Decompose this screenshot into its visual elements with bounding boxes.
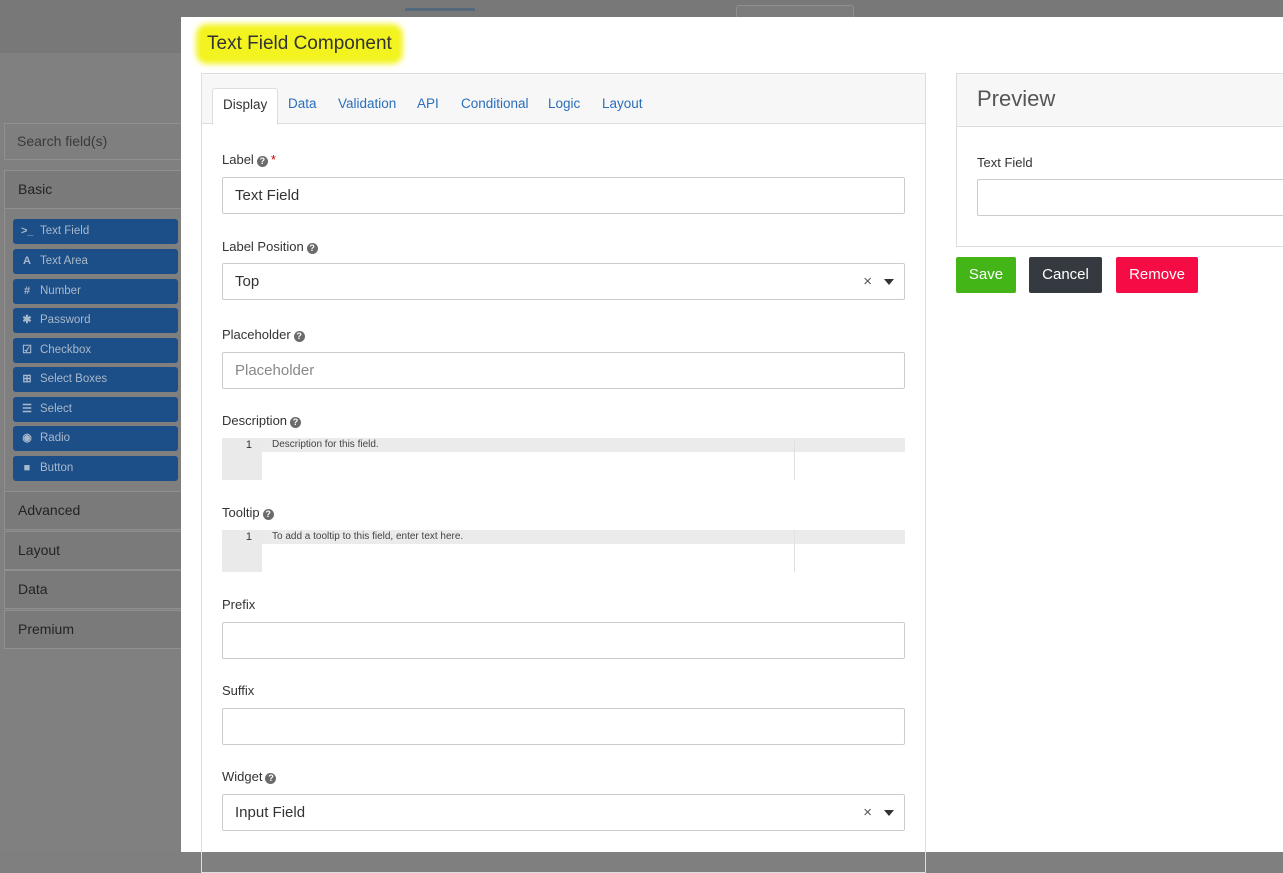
help-icon[interactable]: ? — [293, 331, 305, 342]
required-mark: * — [270, 152, 276, 167]
component-label: Checkbox — [40, 344, 92, 356]
edit-panel: Display Data Validation API Conditional … — [201, 73, 926, 873]
select-controls: × — [863, 795, 894, 830]
tab-validation[interactable]: Validation — [328, 88, 406, 124]
list-icon: ☰ — [22, 403, 32, 415]
label-position-select[interactable]: Top × — [222, 263, 905, 300]
component-edit-dialog: Text Field Component Display Data Valida… — [181, 17, 1283, 873]
label-position-field-label: Label Position? — [222, 239, 318, 254]
group-data: Data — [4, 570, 184, 609]
terminal-icon: >_ — [21, 225, 34, 237]
tab-logic[interactable]: Logic — [538, 88, 590, 124]
help-icon[interactable]: ? — [256, 156, 268, 167]
print-margin — [794, 438, 795, 480]
group-basic: Basic — [4, 170, 184, 209]
component-label: Select — [40, 403, 72, 415]
line-number: 1 — [245, 439, 252, 451]
font-icon: A — [23, 255, 31, 267]
help-icon[interactable]: ? — [306, 243, 318, 254]
group-premium: Premium — [4, 610, 184, 649]
hashtag-icon: # — [23, 285, 31, 297]
component-select-button: ☰ Select — [13, 397, 178, 422]
widget-value: Input Field — [235, 804, 306, 821]
search-fields-input: Search field(s) — [4, 123, 184, 160]
print-margin — [794, 530, 795, 572]
preview-field-label: Text Field — [977, 155, 1033, 170]
component-label: Radio — [40, 432, 71, 444]
component-text-field-button: >_ Text Field — [13, 219, 178, 244]
remove-button[interactable]: Remove — [1116, 257, 1198, 293]
help-icon[interactable]: ? — [290, 417, 302, 428]
label-text: Label — [222, 152, 254, 167]
tooltip-editor[interactable]: 1 To add a tooltip to this field, enter … — [222, 530, 905, 572]
component-number-button: # Number — [13, 279, 178, 304]
component-radio-button: ◉ Radio — [13, 426, 178, 451]
label-position-text: Label Position — [222, 239, 304, 254]
description-placeholder: Description for this field. — [262, 438, 905, 452]
line-number: 1 — [245, 531, 252, 543]
component-button-button: ■ Button — [13, 456, 178, 481]
clear-icon[interactable]: × — [863, 264, 872, 299]
component-label: Text Area — [40, 255, 88, 267]
component-label: Text Field — [40, 225, 90, 237]
line-gutter: 1 — [222, 530, 262, 572]
preview-title: Preview — [957, 74, 1283, 127]
tab-conditional[interactable]: Conditional — [451, 88, 539, 124]
description-text: Description — [222, 413, 288, 428]
help-icon[interactable]: ? — [265, 773, 277, 784]
placeholder-input[interactable]: Placeholder — [222, 352, 905, 389]
preview-panel: Preview Text Field — [956, 73, 1283, 247]
check-square-icon: ☑ — [22, 344, 32, 356]
component-checkbox-button: ☑ Checkbox — [13, 338, 178, 363]
tab-display[interactable]: Display — [212, 88, 279, 125]
component-label: Number — [40, 285, 81, 297]
suffix-input[interactable] — [222, 708, 905, 745]
tooltip-placeholder: To add a tooltip to this field, enter te… — [262, 530, 905, 544]
tab-data[interactable]: Data — [278, 88, 327, 124]
stop-icon: ■ — [23, 462, 31, 474]
tab-layout[interactable]: Layout — [592, 88, 653, 124]
tab-api[interactable]: API — [407, 88, 449, 124]
widget-text: Widget — [222, 769, 263, 784]
dot-circle-icon: ◉ — [22, 432, 32, 444]
select-controls: × — [863, 264, 894, 299]
plus-square-icon: ⊞ — [22, 373, 32, 385]
component-text-area-button: A Text Area — [13, 249, 178, 274]
component-label: Button — [40, 462, 74, 474]
component-label: Select Boxes — [40, 373, 108, 385]
line-gutter: 1 — [222, 438, 262, 480]
chevron-down-icon[interactable] — [884, 278, 894, 285]
label-position-value: Top — [235, 273, 260, 290]
widget-field-label: Widget? — [222, 769, 277, 784]
clear-icon[interactable]: × — [863, 795, 872, 830]
preview-text-input[interactable] — [977, 179, 1283, 216]
group-layout: Layout — [4, 531, 184, 570]
tooltip-field-label: Tooltip? — [222, 505, 274, 520]
tab-bar: Display Data Validation API Conditional … — [202, 74, 925, 125]
suffix-field-label: Suffix — [222, 683, 255, 698]
group-advanced: Advanced — [4, 491, 184, 530]
dialog-title: Text Field Component — [201, 29, 398, 59]
component-select-boxes-button: ⊞ Select Boxes — [13, 367, 178, 392]
help-icon[interactable]: ? — [262, 509, 274, 520]
component-password-button: ✱ Password — [13, 308, 178, 333]
placeholder-text: Placeholder — [222, 327, 291, 342]
component-label: Password — [40, 314, 91, 326]
chevron-down-icon[interactable] — [884, 809, 894, 816]
label-field-label: Label? * — [222, 152, 276, 167]
widget-select[interactable]: Input Field × — [222, 794, 905, 831]
prefix-field-label: Prefix — [222, 597, 256, 612]
description-editor[interactable]: 1 Description for this field. — [222, 438, 905, 480]
asterisk-icon: ✱ — [22, 314, 32, 326]
description-field-label: Description? — [222, 413, 302, 428]
cancel-button[interactable]: Cancel — [1029, 257, 1102, 293]
tooltip-text: Tooltip — [222, 505, 260, 520]
label-input[interactable]: Text Field — [222, 177, 905, 214]
prefix-input[interactable] — [222, 622, 905, 659]
placeholder-field-label: Placeholder? — [222, 327, 305, 342]
save-button[interactable]: Save — [956, 257, 1016, 293]
